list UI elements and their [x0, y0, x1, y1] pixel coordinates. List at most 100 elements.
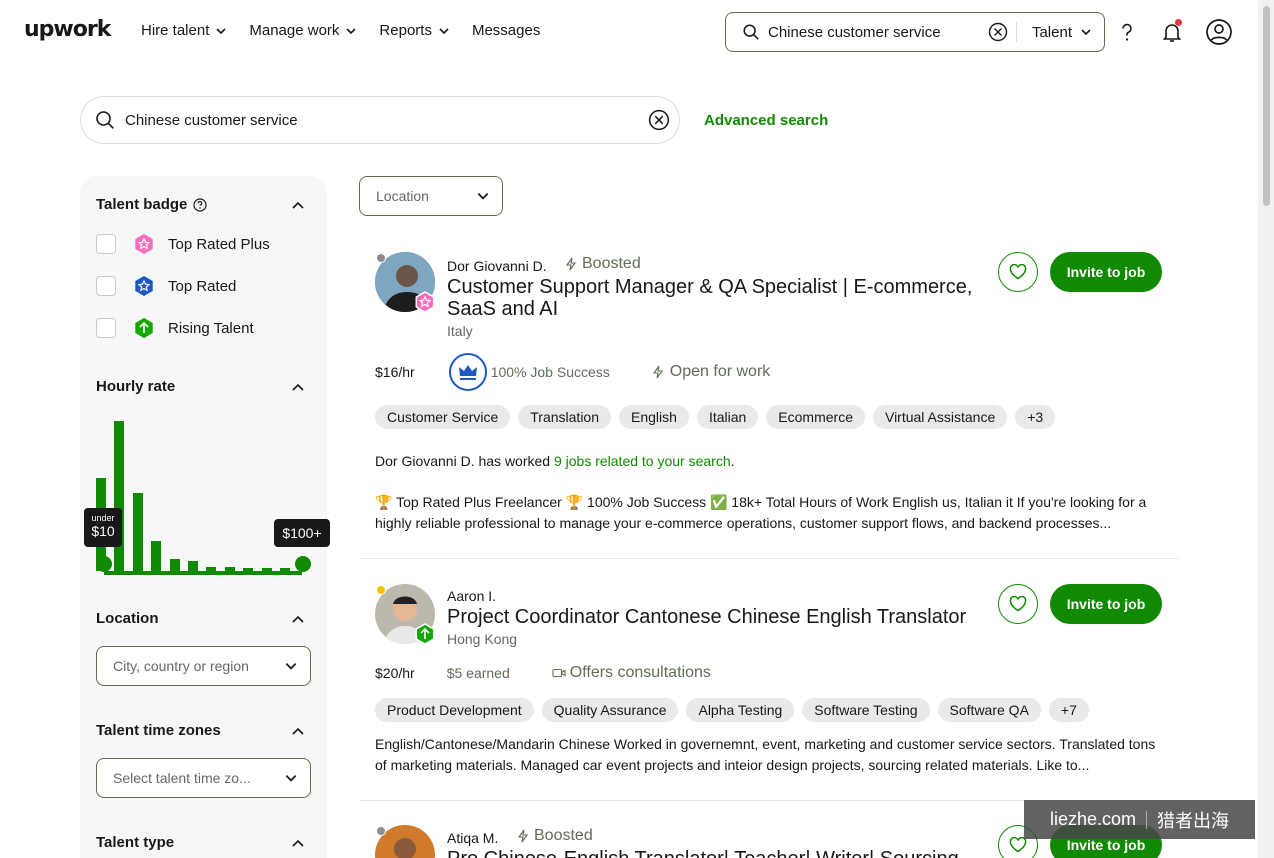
freelancer-title[interactable]: Pro Chinese-English Translator| Teacher|… — [447, 848, 1007, 858]
nav-messages[interactable]: Messages — [472, 22, 540, 39]
rate-slider-min-handle[interactable] — [96, 556, 112, 572]
advanced-search-link[interactable]: Advanced search — [704, 112, 828, 129]
related-jobs-link[interactable]: 9 jobs related to your search — [554, 453, 731, 469]
skill-chip[interactable]: Italian — [696, 405, 759, 429]
top-navigation: upwork Hire talent Manage work Reports M… — [0, 0, 1258, 64]
chevron-down-icon — [477, 193, 489, 200]
skill-chip[interactable]: Virtual Assistance — [872, 405, 1008, 429]
top-rated-badge-icon — [135, 276, 153, 296]
freelancer-card[interactable]: Aaron I. Project Coordinator Cantonese C… — [359, 560, 1179, 801]
location-title: Location — [96, 610, 159, 627]
skill-chip[interactable]: English — [619, 405, 689, 429]
help-icon[interactable] — [1115, 20, 1139, 44]
more-skills-chip[interactable]: +7 — [1048, 698, 1089, 722]
collapse-caret-icon[interactable] — [290, 379, 306, 395]
timezones-select[interactable]: Select talent time zo... — [96, 758, 311, 798]
chevron-down-icon — [285, 775, 297, 782]
skill-chip[interactable]: Alpha Testing — [686, 698, 795, 722]
freelancer-title[interactable]: Customer Support Manager & QA Specialist… — [447, 276, 992, 320]
chevron-down-icon — [346, 27, 356, 34]
upwork-logo[interactable]: upwork — [24, 17, 111, 42]
skill-chip[interactable]: Ecommerce — [766, 405, 865, 429]
nav-manage-work[interactable]: Manage work — [249, 22, 357, 39]
top-rated-plus-badge-icon — [135, 234, 153, 254]
freelancer-description: English/Cantonese/Mandarin Chinese Worke… — [375, 736, 1156, 773]
checkbox[interactable] — [96, 234, 116, 254]
skill-chip[interactable]: Translation — [518, 405, 612, 429]
watermark-right-text: 猎者出海 — [1157, 810, 1230, 831]
hourly-rate: $16/hr — [375, 364, 415, 380]
clear-search-icon[interactable] — [648, 109, 670, 131]
talent-badge-label: Talent badge — [96, 196, 188, 213]
skill-chip[interactable]: Software QA — [937, 698, 1041, 722]
save-freelancer-button[interactable] — [998, 584, 1038, 624]
skill-chip[interactable]: Quality Assurance — [541, 698, 679, 722]
histogram-bar — [132, 493, 143, 571]
badge-option-top-rated-plus[interactable]: Top Rated Plus — [96, 233, 270, 255]
rate-slider-max-handle[interactable] — [295, 556, 311, 572]
offline-status-dot — [376, 253, 386, 263]
checkbox[interactable] — [96, 276, 116, 296]
rate-min-tooltip: under $10 — [84, 508, 122, 547]
freelancer-name[interactable]: Atiqa M. — [447, 830, 498, 846]
top-search-box[interactable]: Chinese customer service Talent — [725, 12, 1105, 52]
collapse-caret-icon[interactable] — [290, 723, 306, 739]
info-icon[interactable] — [193, 197, 208, 212]
skill-chip[interactable]: Product Development — [375, 698, 534, 722]
search-icon — [96, 111, 114, 129]
freelancer-description: 🏆 Top Rated Plus Freelancer 🏆 100% Job S… — [375, 494, 1147, 531]
collapse-caret-icon[interactable] — [290, 197, 306, 213]
stats-row: $16/hr 100% Job Success Open for work — [375, 352, 770, 392]
away-status-dot — [376, 585, 386, 595]
scrollbar-thumb[interactable] — [1263, 6, 1270, 206]
top-search-input[interactable]: Chinese customer service — [768, 24, 988, 41]
rate-slider-track[interactable] — [104, 571, 302, 575]
search-scope-dropdown[interactable]: Talent — [1017, 24, 1104, 41]
freelancer-name[interactable]: Dor Giovanni D. — [447, 258, 547, 274]
watermark-divider — [1146, 810, 1148, 829]
location-select[interactable]: City, country or region — [96, 646, 311, 686]
badge-label: Top Rated — [168, 277, 237, 295]
worked-suffix: . — [730, 453, 735, 469]
nav-links: Hire talent Manage work Reports Messages — [141, 22, 540, 39]
badge-label: Top Rated Plus — [168, 235, 270, 253]
clear-search-icon[interactable] — [988, 22, 1008, 42]
collapse-caret-icon[interactable] — [290, 835, 306, 851]
rate-max-tooltip: $100+ — [274, 519, 330, 547]
freelancer-title[interactable]: Project Coordinator Cantonese Chinese En… — [447, 606, 1007, 628]
collapse-caret-icon[interactable] — [290, 611, 306, 627]
invite-to-job-button[interactable]: Invite to job — [1050, 252, 1162, 292]
location-placeholder: City, country or region — [113, 658, 249, 674]
chevron-down-icon — [1081, 29, 1091, 36]
user-avatar-icon[interactable] — [1205, 18, 1233, 46]
skill-chip[interactable]: Customer Service — [375, 405, 511, 429]
search-icon — [743, 24, 759, 40]
watermark: liezhe.com 猎者出海 — [1024, 800, 1255, 839]
nav-reports[interactable]: Reports — [379, 22, 450, 39]
checkbox[interactable] — [96, 318, 116, 338]
histogram-bar — [243, 568, 254, 571]
save-freelancer-button[interactable] — [998, 252, 1038, 292]
filter-sidebar: Talent badge Top Rated Plus Top Rated Ri… — [80, 176, 330, 858]
badge-option-top-rated[interactable]: Top Rated — [96, 275, 236, 297]
worked-summary: Dor Giovanni D. has worked 9 jobs relate… — [375, 453, 735, 469]
skill-chip[interactable]: Software Testing — [802, 698, 930, 722]
timezones-placeholder: Select talent time zo... — [113, 770, 251, 786]
rate-min-value: $10 — [91, 523, 115, 539]
nav-link-label: Hire talent — [141, 22, 210, 39]
location-filter-dropdown[interactable]: Location — [359, 176, 503, 216]
more-skills-chip[interactable]: +3 — [1015, 405, 1056, 429]
nav-link-label: Reports — [379, 22, 432, 39]
freelancer-name[interactable]: Aaron I. — [447, 588, 496, 604]
histogram-bar — [206, 566, 217, 571]
page-scrollbar[interactable] — [1258, 0, 1274, 858]
nav-hire-talent[interactable]: Hire talent — [141, 22, 227, 39]
freelancer-card[interactable]: Dor Giovanni D. Boosted Customer Support… — [359, 232, 1179, 559]
main-search-box[interactable]: Chinese customer service — [80, 96, 680, 144]
timezones-title: Talent time zones — [96, 722, 221, 739]
boosted-text: Boosted — [582, 255, 641, 272]
badge-option-rising-talent[interactable]: Rising Talent — [96, 317, 254, 339]
main-search-input[interactable]: Chinese customer service — [125, 112, 648, 129]
nav-link-label: Manage work — [249, 22, 340, 39]
invite-to-job-button[interactable]: Invite to job — [1050, 584, 1162, 624]
